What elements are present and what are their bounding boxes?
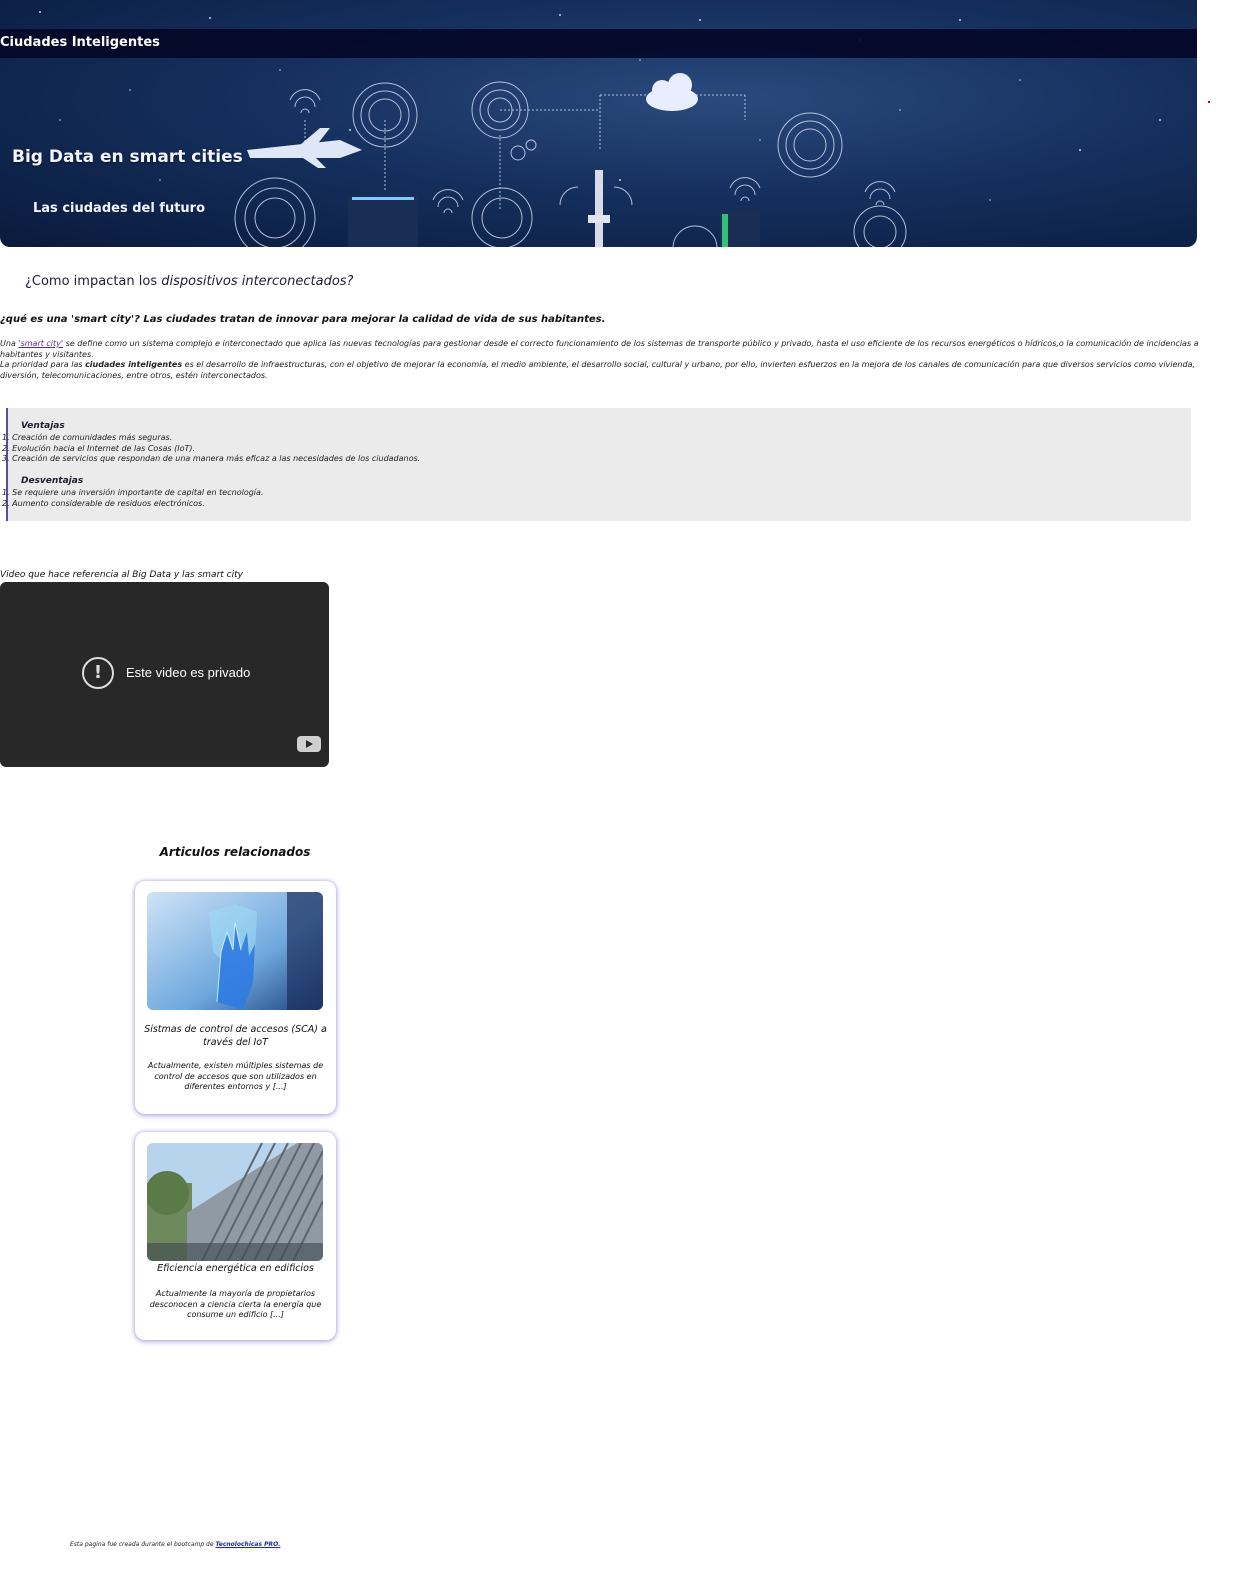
article-excerpt: Actualmente la mayoría de propietarios d…: [149, 1289, 322, 1319]
article-title[interactable]: Eficiencia energética en edificios: [141, 1262, 330, 1275]
stray-dot: [1208, 101, 1210, 103]
paragraph-definition: Una 'smart city' se define como un siste…: [0, 339, 1200, 360]
article-thumbnail[interactable]: [147, 1143, 323, 1261]
video-private-message: Este video es privado: [126, 665, 251, 680]
list-item: 1. Creación de comunidades más seguras.: [2, 433, 173, 442]
video-caption: Video que hace referencia al Big Data y …: [0, 570, 243, 580]
article-excerpt: Actualmente, existen múltiples sistemas …: [147, 1061, 324, 1091]
related-articles-title: Articulos relacionados: [159, 845, 311, 859]
alert-icon: !: [82, 657, 114, 689]
disadvantages-list: 1. Se requiere una inversión importante …: [2, 488, 263, 509]
building-facade-image: [147, 1143, 323, 1261]
list-item: 3. Creación de servicios que respondan d…: [2, 454, 421, 463]
p2-prefix: La prioridad para las: [0, 360, 86, 369]
pros-cons-box: Ventajas 1. Creación de comunidades más …: [2, 408, 1191, 521]
p1-text: se define como un sistema complejo e int…: [0, 339, 1199, 359]
hero-subtitle: Las ciudades del futuro: [33, 201, 206, 216]
related-article-card[interactable]: Sistmas de control de accesos (SCA) a tr…: [135, 881, 336, 1114]
article-thumbnail[interactable]: [147, 892, 323, 1010]
footer: Esta pagina fue creada durante el bootca…: [70, 1541, 280, 1548]
list-item: 2. Evolución hacia el Internet de las Co…: [2, 443, 196, 453]
paragraph-priority: La prioridad para las ciudades inteligen…: [0, 360, 1200, 381]
hero-title: Big Data en smart cities: [12, 147, 243, 167]
hero-banner: Ciudades Inteligentes Big Data en smart …: [0, 0, 1197, 247]
question-prefix: ¿Como impactan los: [25, 274, 162, 289]
disadvantages-title: Desventajas: [21, 476, 84, 486]
video-player[interactable]: ! Este video es privado: [0, 582, 329, 767]
p1-prefix: Una: [0, 339, 19, 348]
related-article-card[interactable]: Eficiencia energética en edificios Actua…: [135, 1132, 336, 1340]
footer-text: Esta pagina fue creada durante el bootca…: [70, 1541, 216, 1548]
advantages-title: Ventajas: [21, 421, 65, 431]
p2-bold: ciudades inteligentes: [85, 360, 183, 369]
cyber-hand-image: [147, 892, 323, 1010]
question-emphasis: dispositivos interconectados?: [161, 274, 354, 289]
smart-city-link[interactable]: 'smart city': [18, 339, 63, 348]
intro-question: ¿qué es una 'smart city'? Las ciudades t…: [0, 314, 606, 325]
youtube-icon[interactable]: [297, 736, 321, 752]
section-question: ¿Como impactan los dispositivos intercon…: [25, 274, 353, 289]
list-item: 2. Aumento considerable de residuos elec…: [2, 498, 205, 508]
article-title[interactable]: Sistmas de control de accesos (SCA) a tr…: [141, 1023, 330, 1049]
list-item: 1. Se requiere una inversión importante …: [2, 488, 264, 497]
advantages-list: 1. Creación de comunidades más seguras. …: [2, 433, 420, 465]
footer-link[interactable]: Tecnolochicas PRO.: [215, 1541, 280, 1548]
